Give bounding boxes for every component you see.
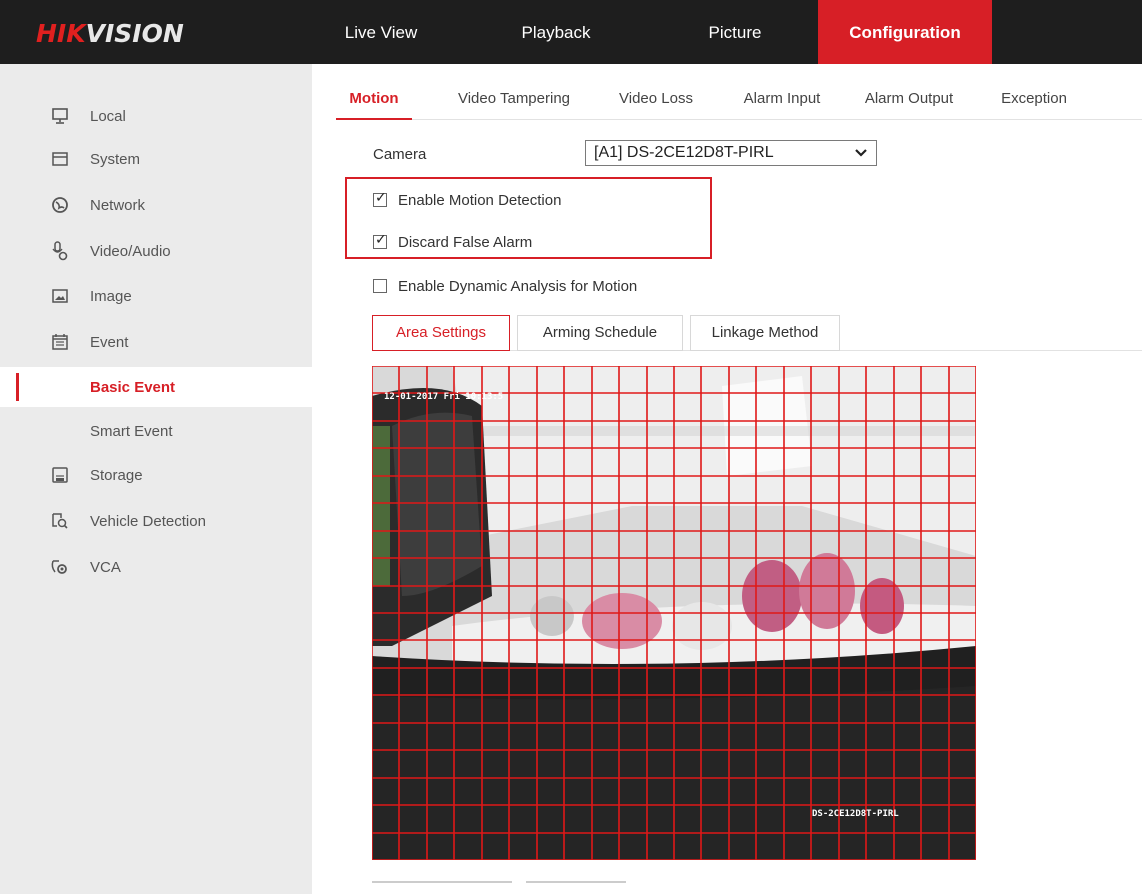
app-root: HIKVISION Live View Playback Picture Con… bbox=[0, 0, 1142, 894]
sidebar-item-label: Image bbox=[90, 287, 132, 305]
tab-alarm-input[interactable]: Alarm Input bbox=[732, 84, 832, 120]
enable-motion-detection-row: Enable Motion Detection bbox=[373, 190, 561, 210]
brand-logo: HIKVISION bbox=[36, 19, 184, 49]
calendar-icon bbox=[50, 332, 70, 352]
sidebar-item-system[interactable]: System bbox=[0, 139, 312, 179]
sidebar-item-vehicle-detection[interactable]: Vehicle Detection bbox=[0, 501, 312, 541]
event-tabs: Motion Video Tampering Video Loss Alarm … bbox=[336, 84, 1142, 120]
sidebar: Local System Network Video/Audio Image E… bbox=[0, 64, 312, 894]
system-icon bbox=[50, 149, 70, 169]
sidebar-item-label: Local bbox=[90, 107, 126, 125]
dynamic-analysis-checkbox[interactable] bbox=[373, 279, 387, 293]
subtab-area-settings[interactable]: Area Settings bbox=[372, 315, 510, 351]
vehicle-search-icon bbox=[50, 511, 70, 531]
camera-select[interactable]: [A1] DS-2CE12D8T-PIRL bbox=[585, 140, 877, 166]
video-scene bbox=[372, 366, 976, 860]
sidebar-item-label: Video/Audio bbox=[90, 242, 171, 260]
dynamic-analysis-row: Enable Dynamic Analysis for Motion bbox=[373, 276, 637, 296]
nav-picture[interactable]: Picture bbox=[680, 0, 790, 64]
video-timestamp: 12-01-2017 Fri 10:13:5 bbox=[384, 392, 504, 402]
nav-live-view[interactable]: Live View bbox=[326, 0, 436, 64]
sidebar-item-label: Event bbox=[90, 333, 129, 351]
enable-motion-detection-label: Enable Motion Detection bbox=[398, 191, 562, 209]
sidebar-item-label: System bbox=[90, 150, 141, 168]
tab-alarm-output[interactable]: Alarm Output bbox=[850, 84, 968, 120]
image-icon bbox=[50, 286, 70, 306]
tab-exception[interactable]: Exception bbox=[988, 84, 1080, 120]
tab-video-loss[interactable]: Video Loss bbox=[606, 84, 706, 120]
camera-label: Camera bbox=[373, 146, 427, 163]
enable-motion-detection-checkbox[interactable] bbox=[373, 190, 387, 207]
sidebar-item-image[interactable]: Image bbox=[0, 276, 312, 316]
discard-false-alarm-label: Discard False Alarm bbox=[398, 233, 533, 251]
sidebar-item-local[interactable]: Local bbox=[0, 96, 312, 136]
camera-select-value: [A1] DS-2CE12D8T-PIRL bbox=[594, 144, 774, 161]
sidebar-item-basic-event[interactable]: Basic Event bbox=[0, 367, 312, 407]
vca-icon bbox=[50, 557, 70, 577]
brand-logo-vision: VISION bbox=[85, 19, 184, 48]
sidebar-item-label: VCA bbox=[90, 558, 121, 576]
sidebar-item-label: Vehicle Detection bbox=[90, 512, 206, 530]
sidebar-item-label: Network bbox=[90, 196, 146, 214]
bottom-button-partial[interactable] bbox=[372, 881, 512, 894]
storage-icon bbox=[50, 465, 70, 485]
sidebar-item-vca[interactable]: VCA bbox=[0, 547, 312, 587]
nav-configuration[interactable]: Configuration bbox=[818, 0, 992, 64]
dynamic-analysis-label: Enable Dynamic Analysis for Motion bbox=[398, 277, 638, 295]
subtab-arming-schedule[interactable]: Arming Schedule bbox=[517, 315, 683, 351]
top-navigation-bar: HIKVISION Live View Playback Picture Con… bbox=[0, 0, 1142, 64]
discard-false-alarm-row: Discard False Alarm bbox=[373, 232, 532, 252]
sidebar-item-label: Storage bbox=[90, 466, 143, 484]
tab-motion[interactable]: Motion bbox=[336, 84, 412, 120]
sidebar-item-label: Basic Event bbox=[90, 378, 176, 396]
brand-logo-hik: HIK bbox=[36, 19, 86, 48]
sidebar-item-event[interactable]: Event bbox=[0, 322, 312, 362]
motion-subtabs: Area Settings Arming Schedule Linkage Me… bbox=[372, 315, 1142, 351]
sidebar-item-label: Smart Event bbox=[90, 422, 173, 440]
video-preview-area[interactable]: 12-01-2017 Fri 10:13:5 DS-2CE12D8T-PIRL bbox=[372, 366, 976, 860]
globe-icon bbox=[50, 195, 70, 215]
sidebar-item-storage[interactable]: Storage bbox=[0, 455, 312, 495]
bottom-button-partial[interactable] bbox=[526, 881, 626, 894]
subtab-linkage-method[interactable]: Linkage Method bbox=[690, 315, 840, 351]
nav-playback[interactable]: Playback bbox=[496, 0, 616, 64]
sidebar-item-smart-event[interactable]: Smart Event bbox=[0, 411, 312, 451]
microphone-gear-icon bbox=[50, 241, 70, 261]
video-camera-name: DS-2CE12D8T-PIRL bbox=[812, 809, 899, 819]
tab-video-tampering[interactable]: Video Tampering bbox=[444, 84, 584, 120]
discard-false-alarm-checkbox[interactable] bbox=[373, 232, 387, 249]
sidebar-item-video-audio[interactable]: Video/Audio bbox=[0, 231, 312, 271]
chevron-down-icon bbox=[854, 141, 868, 172]
sidebar-item-network[interactable]: Network bbox=[0, 185, 312, 225]
monitor-icon bbox=[50, 106, 70, 126]
